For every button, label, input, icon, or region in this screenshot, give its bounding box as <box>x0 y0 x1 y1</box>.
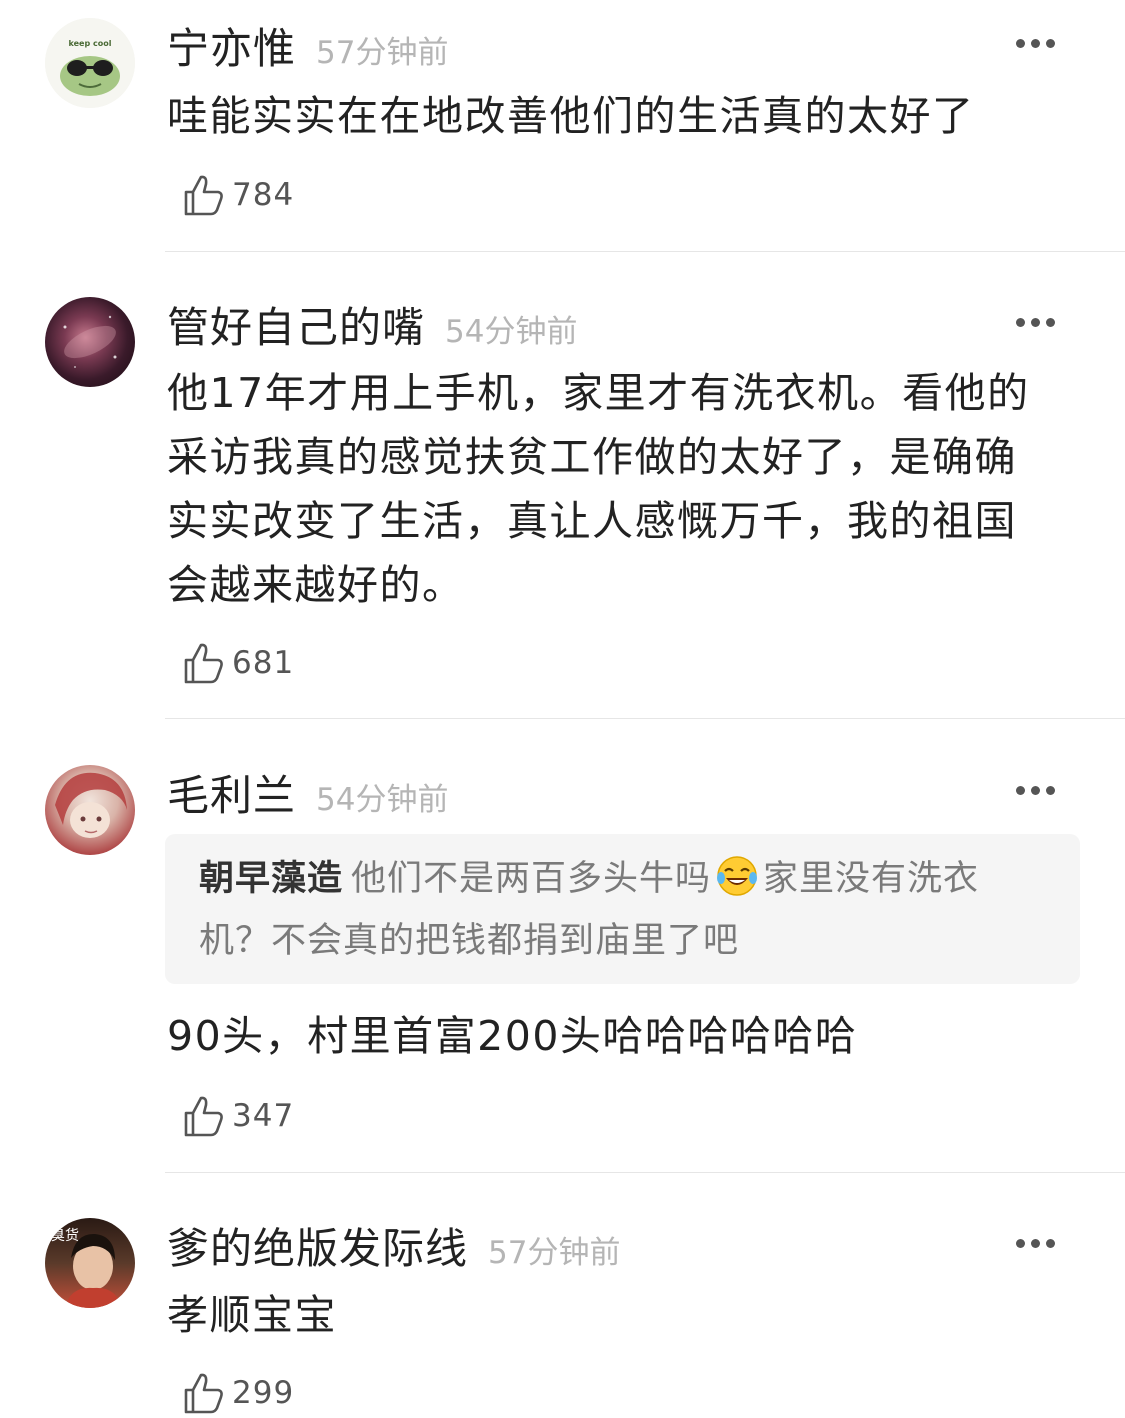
more-options-button[interactable] <box>1005 1228 1065 1258</box>
dot <box>1015 1238 1025 1248</box>
avatar[interactable]: keep cool <box>45 18 135 108</box>
quoted-reply[interactable]: 朝早藻造 他们不是两百多头牛吗 家里没有洗衣机？不会真的把钱都捐到庙里了吧 <box>165 834 1080 984</box>
frog-avatar-icon: keep cool <box>45 18 135 108</box>
like-button[interactable]: 681 <box>180 638 294 688</box>
like-count: 681 <box>232 645 295 681</box>
quoted-author[interactable]: 朝早藻造 <box>199 859 343 899</box>
dot <box>1015 38 1025 48</box>
more-options-button[interactable] <box>1005 775 1065 805</box>
comment-text: 孝顺宝宝 <box>167 1291 337 1339</box>
svg-text:keep cool: keep cool <box>69 39 112 48</box>
avatar[interactable] <box>45 765 135 855</box>
more-options-button[interactable] <box>1005 28 1065 58</box>
timestamp: 54分钟前 <box>316 782 449 818</box>
comment-text: 哇能实实在在地改善他们的生活真的太好了 <box>167 92 975 140</box>
username[interactable]: 爹的绝版发际线 <box>167 1215 468 1276</box>
thumbs-up-icon <box>184 175 223 216</box>
comment-meta: 宁亦惟 57分钟前 <box>167 15 448 75</box>
thumbs-up-icon <box>184 1373 223 1414</box>
like-button[interactable]: 347 <box>180 1091 294 1141</box>
thumbs-up-icon <box>184 1096 223 1137</box>
dot <box>1045 38 1055 48</box>
avatar[interactable]: 臭货 <box>45 1218 135 1308</box>
like-button[interactable]: 299 <box>180 1368 294 1418</box>
timestamp: 57分钟前 <box>488 1235 621 1271</box>
like-count: 347 <box>232 1098 295 1134</box>
avatar[interactable] <box>45 297 135 387</box>
galaxy-avatar-icon <box>63 315 117 368</box>
comment-text: 90头，村里首富200头哈哈哈哈哈哈 <box>167 1012 858 1060</box>
divider <box>165 1172 1125 1173</box>
username[interactable]: 毛利兰 <box>167 762 296 823</box>
dot <box>1045 1238 1055 1248</box>
comment-text: 他17年才用上手机，家里才有洗衣机。看他的采访我真的感觉扶贫工作做的太好了，是确… <box>167 369 1030 609</box>
anime-girl-avatar-icon <box>55 772 127 838</box>
comment-meta: 管好自己的嘴 54分钟前 <box>167 294 577 354</box>
timestamp: 54分钟前 <box>445 314 578 350</box>
dot <box>1045 317 1055 327</box>
dot <box>1030 1238 1040 1248</box>
comment-meta: 毛利兰 54分钟前 <box>167 762 448 822</box>
divider <box>165 251 1125 252</box>
username[interactable]: 宁亦惟 <box>167 15 296 76</box>
username[interactable]: 管好自己的嘴 <box>167 294 425 355</box>
dot <box>1015 317 1025 327</box>
photo-avatar-icon: 臭货 <box>51 1227 121 1308</box>
quoted-text: 他们不是两百多头牛吗 <box>351 859 712 899</box>
dot <box>1030 785 1040 795</box>
like-count: 784 <box>232 177 295 213</box>
divider <box>165 718 1125 719</box>
dot <box>1015 785 1025 795</box>
dot <box>1030 38 1040 48</box>
like-count: 299 <box>232 1375 295 1411</box>
like-button[interactable]: 784 <box>180 170 294 220</box>
comment-meta: 爹的绝版发际线 57分钟前 <box>167 1215 620 1275</box>
dot <box>1045 785 1055 795</box>
more-options-button[interactable] <box>1005 307 1065 337</box>
dot <box>1030 317 1040 327</box>
timestamp: 57分钟前 <box>316 35 449 71</box>
thumbs-up-icon <box>184 643 223 684</box>
tears-of-joy-emoji-icon <box>715 854 759 914</box>
svg-text:臭货: 臭货 <box>51 1227 79 1244</box>
